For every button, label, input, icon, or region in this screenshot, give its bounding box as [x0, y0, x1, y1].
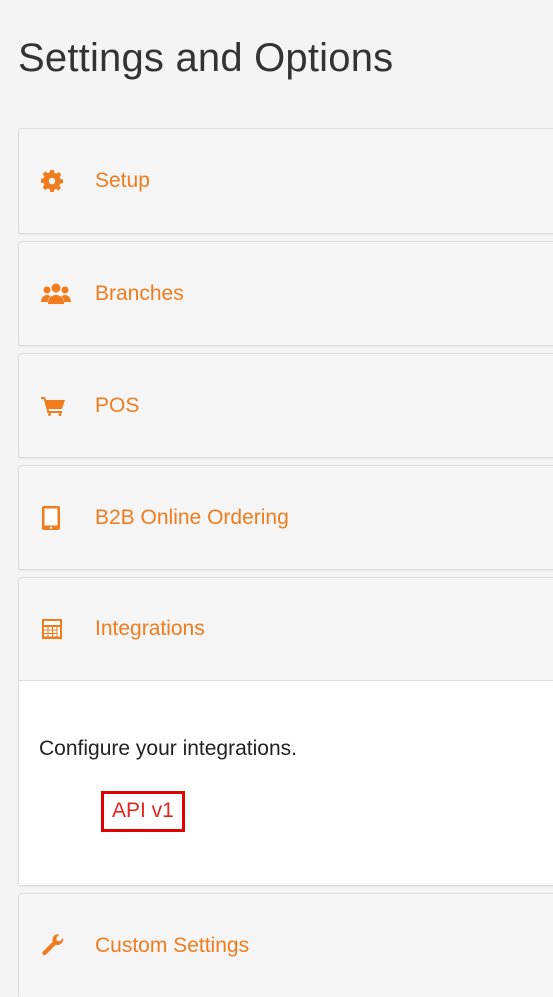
panel-b2b-online-ordering: B2B Online Ordering [18, 465, 553, 570]
gear-icon [41, 169, 71, 193]
cart-icon [41, 394, 71, 418]
calculator-icon [41, 617, 71, 641]
panel-label-custom-settings: Custom Settings [95, 933, 250, 957]
panel-header-branches[interactable]: Branches [19, 242, 553, 345]
panel-label-pos: POS [95, 393, 140, 417]
panel-pos: POS [18, 353, 553, 458]
panel-header-setup[interactable]: Setup [19, 129, 553, 233]
panel-header-b2b-online-ordering[interactable]: B2B Online Ordering [19, 466, 553, 569]
wrench-icon [41, 933, 71, 958]
panel-setup: Setup [18, 128, 553, 234]
panel-label-branches: Branches [95, 281, 184, 305]
panel-branches: Branches [18, 241, 553, 346]
users-icon [41, 282, 71, 306]
tablet-icon [41, 505, 71, 530]
panel-label-integrations: Integrations [95, 617, 205, 640]
panel-label-b2b-online-ordering: B2B Online Ordering [95, 505, 289, 529]
integrations-description: Configure your integrations. [39, 737, 297, 760]
settings-page: Settings and Options Setup Branches POS … [0, 0, 553, 997]
api-v1-link[interactable]: API v1 [101, 791, 185, 832]
page-title: Settings and Options [18, 36, 394, 80]
panel-header-integrations[interactable]: Integrations [19, 578, 553, 681]
panel-custom-settings: Custom Settings [18, 893, 553, 997]
panel-header-custom-settings[interactable]: Custom Settings [19, 894, 553, 997]
integrations-panel-body: Configure your integrations. API v1 [19, 681, 553, 885]
panel-header-pos[interactable]: POS [19, 354, 553, 457]
settings-accordion: Setup Branches POS B2B Online Ordering I… [18, 128, 553, 997]
panel-integrations: Integrations Configure your integrations… [18, 577, 553, 886]
panel-label-setup: Setup [95, 169, 150, 192]
